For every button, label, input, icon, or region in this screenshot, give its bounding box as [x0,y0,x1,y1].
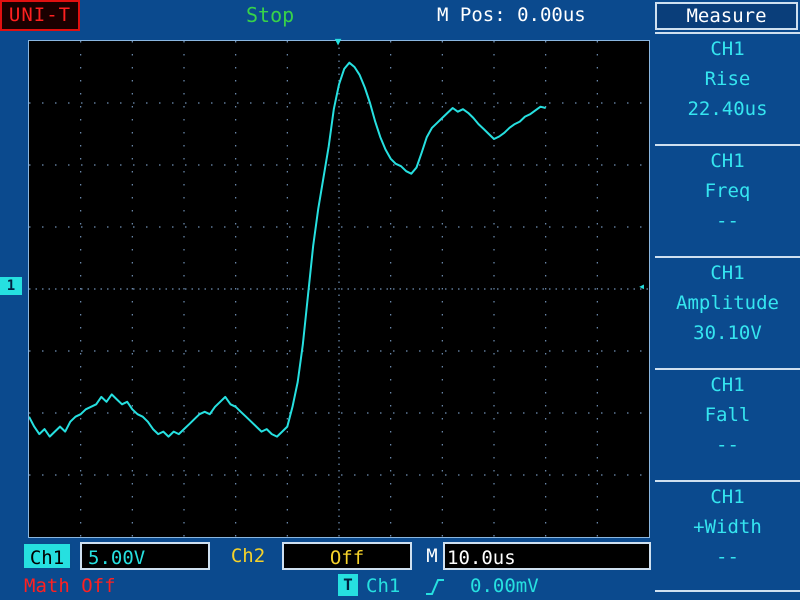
ch1-volts-per-div: 5.00V [80,542,210,570]
trigger-icon: T [338,574,358,596]
measure-source: CH1 [710,38,745,60]
trigger-source: Ch1 [366,575,401,597]
measure-name: +Width [693,516,762,538]
measure-value: 22.40us [687,98,768,120]
measure-name: Freq [704,180,751,202]
measure-menu-title[interactable]: Measure [655,2,798,30]
acquisition-status: Stop [246,3,295,27]
measure-source: CH1 [710,486,745,508]
ch2-volts-per-div: Off [282,542,412,570]
ch2-label[interactable]: Ch2 [222,542,274,570]
rising-edge-icon [426,579,444,595]
measure-name: Fall [704,404,751,426]
measure-source: CH1 [710,374,745,396]
menu-item-positive-width[interactable]: CH1 +Width -- [655,480,800,592]
measure-name: Rise [704,68,751,90]
measure-source: CH1 [710,150,745,172]
measure-value: -- [716,210,739,232]
waveform-svg [29,41,649,537]
brand-logo: UNI-T [0,0,80,31]
menu-item-rise[interactable]: CH1 Rise 22.40us [655,32,800,144]
waveform-display [28,40,650,538]
channel1-ground-marker[interactable]: 1 [0,277,22,295]
measure-value: -- [716,434,739,456]
horizontal-position-readout: M Pos: 0.00us [437,4,586,26]
timebase-label: M [426,545,438,567]
measure-value: 30.10V [693,322,762,344]
oscilloscope-screen: UNI-T Stop M Pos: 0.00us 1 ◂ ▼ Measure C… [0,0,800,600]
ch1-label[interactable]: Ch1 [22,542,72,570]
timebase-value: 10.0us [443,542,651,570]
menu-item-freq[interactable]: CH1 Freq -- [655,144,800,256]
measure-name: Amplitude [676,292,779,314]
trigger-level: 0.00mV [470,575,539,597]
trigger-level-marker[interactable]: ◂ [638,279,648,293]
trigger-position-marker[interactable]: ▼ [331,36,345,47]
math-status: Math Off [24,575,116,597]
measure-value: -- [716,546,739,568]
menu-item-fall[interactable]: CH1 Fall -- [655,368,800,480]
measure-source: CH1 [710,262,745,284]
menu-item-amplitude[interactable]: CH1 Amplitude 30.10V [655,256,800,368]
